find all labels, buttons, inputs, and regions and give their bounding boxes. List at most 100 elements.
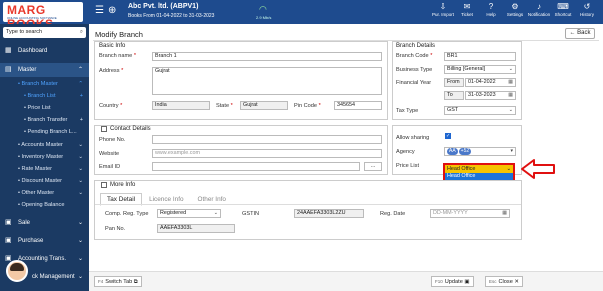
- history-icon: ↺: [583, 2, 591, 11]
- agency-multiselect[interactable]: AA +52 ▾: [444, 147, 516, 156]
- bell-icon: ♪: [537, 2, 541, 11]
- search-icon: ⌕: [79, 29, 83, 35]
- chevron-down-icon: ⌄: [77, 274, 83, 280]
- sidebar-item-price-list[interactable]: • Price List: [0, 103, 89, 114]
- to-date-input[interactable]: 31-03-2023 ▦: [465, 91, 516, 100]
- financial-year-label: Financial Year: [396, 80, 432, 86]
- close-icon: ✕: [514, 279, 520, 285]
- reg-date-input[interactable]: DD-MM-YYYY ▦: [430, 209, 510, 218]
- download-icon: ⇩: [439, 2, 447, 11]
- update-button[interactable]: F10 Update ▣: [431, 276, 474, 287]
- footer-bar: F4 Switch Tab ⧉ F10 Update ▣ Esc Close ✕: [89, 271, 603, 291]
- calendar-icon[interactable]: ▦: [508, 92, 513, 99]
- assistant-avatar[interactable]: [6, 260, 28, 282]
- marg-logo[interactable]: MARG BOOKS ONLINE ACCOUNTING SOFTWARE: [3, 2, 83, 31]
- switch-tab-button[interactable]: F4 Switch Tab ⧉: [94, 276, 142, 287]
- email-more-button[interactable]: ...: [364, 162, 382, 171]
- price-list-option[interactable]: Head Office: [445, 173, 513, 180]
- help-icon: ?: [488, 2, 494, 11]
- sidebar-item-branch-transfer[interactable]: • Branch Transfer +: [0, 115, 89, 126]
- agency-tag[interactable]: AA: [447, 148, 458, 155]
- calendar-icon[interactable]: ▦: [508, 79, 513, 86]
- pin-code-input[interactable]: 345654: [334, 101, 382, 110]
- price-list-selected[interactable]: Head Office ⌄: [445, 165, 513, 173]
- country-input[interactable]: India: [152, 101, 210, 110]
- address-textarea[interactable]: Gujrat: [152, 67, 382, 95]
- purchase-icon: ▣: [5, 237, 12, 244]
- sidebar-item-discount-master[interactable]: • Discount Master ⌄: [0, 176, 89, 187]
- tabs-divider: [95, 204, 521, 205]
- email-input[interactable]: [152, 162, 360, 171]
- sidebar-item-dashboard[interactable]: ▦ Dashboard: [0, 44, 89, 58]
- sidebar-item-purchase[interactable]: ▣ Purchase ⌄: [0, 234, 89, 248]
- avatar-hair: [10, 263, 24, 271]
- contact-details-heading: Contact Details: [110, 126, 151, 132]
- business-type-label: Business Type: [396, 67, 433, 73]
- pan-label: Pan No.: [105, 226, 126, 232]
- close-button[interactable]: Esc Close ✕: [485, 276, 524, 287]
- plus-icon[interactable]: +: [80, 115, 83, 126]
- state-input[interactable]: Gujrat: [240, 101, 288, 110]
- from-date-input[interactable]: 01-04-2022 ▦: [465, 78, 516, 87]
- comp-reg-type-select[interactable]: Registered ⌄: [157, 209, 221, 218]
- shortcut-button[interactable]: ⌨ Shortcut: [553, 2, 573, 17]
- price-list-label: Price List: [396, 163, 420, 169]
- sidebar-search-input[interactable]: Type to search ⌕: [3, 27, 86, 38]
- top-bar: MARG BOOKS ONLINE ACCOUNTING SOFTWARE ☰ …: [0, 0, 603, 31]
- master-icon: ▤: [5, 66, 12, 73]
- sidebar-item-master[interactable]: ▤ Master ⌃: [0, 63, 89, 77]
- pur-import-button[interactable]: ⇩ Pur. Import: [432, 2, 454, 17]
- sidebar-item-accounts-master[interactable]: • Accounts Master ⌄: [0, 140, 89, 151]
- sidebar-item-pending-branch[interactable]: • Pending Branch L...: [0, 127, 89, 138]
- website-input[interactable]: www.example.com: [152, 149, 382, 158]
- reg-date-label: Reg. Date: [380, 211, 406, 217]
- sidebar-item-other-master[interactable]: • Other Master ⌄: [0, 188, 89, 199]
- notification-button[interactable]: ♪ Notification: [528, 2, 550, 17]
- price-list-dropdown[interactable]: Head Office ⌄ Head Office: [443, 163, 515, 181]
- branch-name-input[interactable]: Branch 1: [152, 52, 382, 61]
- tax-type-select[interactable]: GST ⌄: [444, 106, 516, 115]
- sidebar: Type to search ⌕ ▦ Dashboard ▤ Master ⌃ • B…: [0, 24, 89, 291]
- sidebar-item-rate-master[interactable]: • Rate Master ⌄: [0, 164, 89, 175]
- sidebar-item-opening-balance[interactable]: • Opening Balance: [0, 200, 89, 211]
- ticket-button[interactable]: ✉ Ticket: [457, 2, 477, 17]
- chevron-down-icon: ⌄: [77, 220, 83, 226]
- chevron-down-icon: ⌄: [78, 190, 83, 196]
- calendar-icon[interactable]: ▦: [502, 210, 507, 217]
- sidebar-item-inventory-master[interactable]: • Inventory Master ⌄: [0, 152, 89, 163]
- network-speed: 2.9 Mb/s: [256, 15, 272, 20]
- logo-tagline: ONLINE ACCOUNTING SOFTWARE: [7, 16, 57, 20]
- agency-label: Agency: [396, 149, 415, 155]
- pan-input[interactable]: AAEFA3303L: [157, 224, 235, 233]
- contact-details-checkbox[interactable]: [101, 126, 107, 132]
- branch-code-input[interactable]: BR1: [444, 52, 516, 61]
- chevron-down-icon: ⌄: [77, 238, 83, 244]
- history-button[interactable]: ↺ History: [577, 2, 597, 17]
- sidebar-item-branch-list[interactable]: • Branch List +: [0, 91, 89, 102]
- menu-icon[interactable]: ☰: [95, 6, 104, 16]
- phone-input[interactable]: [152, 135, 382, 144]
- chevron-down-icon: ⌄: [508, 66, 513, 72]
- basic-info-heading: Basic Info: [99, 43, 126, 49]
- agency-more-tag[interactable]: +52: [458, 148, 472, 155]
- more-info-checkbox[interactable]: [101, 182, 107, 188]
- branch-code-label: Branch Code *: [396, 53, 433, 59]
- gstin-input[interactable]: 24AAEFA3303L2ZU: [294, 209, 364, 218]
- wifi-icon: ◠: [259, 4, 267, 14]
- website-label: Website: [99, 151, 120, 157]
- add-circle-icon[interactable]: ⊕: [108, 6, 116, 16]
- page-title: Modify Branch: [95, 30, 143, 39]
- sidebar-item-sale[interactable]: ▣ Sale ⌄: [0, 216, 89, 230]
- sidebar-item-branch-master[interactable]: • Branch Master ⌃: [0, 79, 89, 90]
- company-name[interactable]: Abc Pvt. ltd. (ABPV1): [128, 3, 198, 10]
- settings-button[interactable]: ⚙ Settings: [505, 2, 525, 17]
- business-type-select[interactable]: Billing [General] ⌄: [444, 65, 516, 74]
- allow-sharing-checkbox[interactable]: ✓: [445, 133, 451, 139]
- sale-icon: ▣: [5, 219, 12, 226]
- chevron-up-icon: ⌃: [77, 67, 83, 73]
- save-icon: ▣: [464, 279, 470, 285]
- back-button[interactable]: ← Back: [565, 28, 595, 39]
- help-button[interactable]: ? Help: [481, 2, 501, 17]
- plus-icon[interactable]: +: [80, 91, 83, 102]
- chevron-down-icon: ⌄: [78, 154, 83, 160]
